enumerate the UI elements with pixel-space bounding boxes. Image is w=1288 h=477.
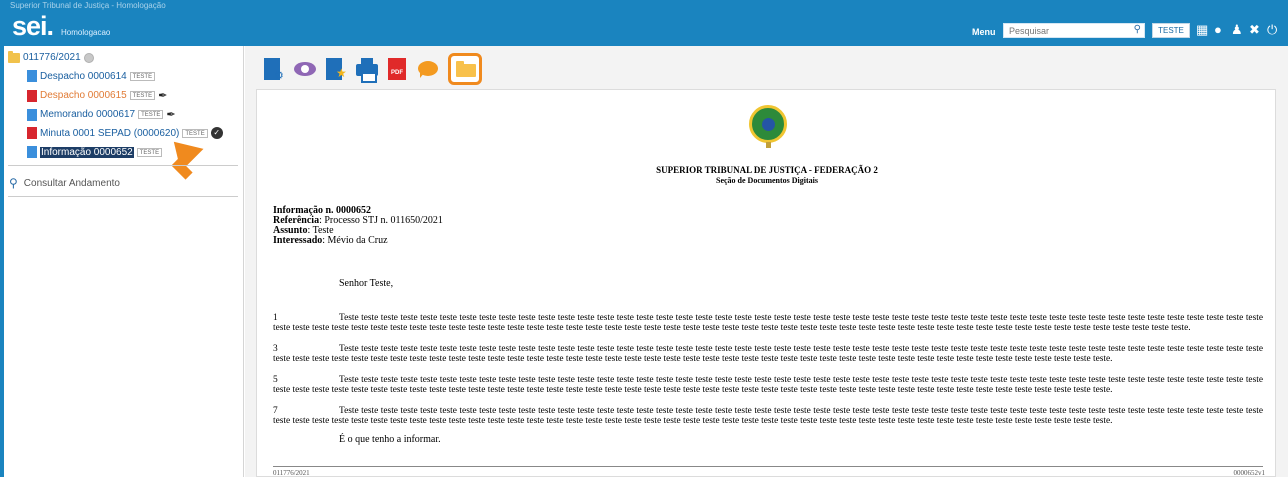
divider: [8, 196, 238, 197]
salutation: Senhor Teste,: [339, 278, 394, 289]
paragraph: 3 Teste teste teste teste teste teste te…: [273, 344, 1263, 364]
folder-icon: [456, 61, 476, 77]
tree-doc-row[interactable]: Despacho 0000615 TESTE ✒: [27, 89, 167, 102]
interested-label: Interessado: [273, 235, 323, 246]
folder-icon: [8, 50, 20, 63]
folder-button-highlighted[interactable]: [448, 53, 482, 85]
paragraph-number: 7: [273, 406, 278, 416]
document-icon: [27, 70, 37, 82]
interested-value: : Mévio da Cruz: [322, 235, 388, 246]
environment-label: Homologacao: [61, 28, 111, 37]
paragraph-text: Teste teste teste teste teste teste test…: [273, 313, 1263, 333]
ref-value: : Processo STJ n. 011650/2021: [319, 215, 443, 226]
doc-tag: TESTE: [138, 110, 164, 119]
paragraph-number: 5: [273, 375, 278, 385]
org-subtitle: Seção de Documentos Digitais: [716, 176, 818, 185]
paragraph: 1 Teste teste teste teste teste teste te…: [273, 313, 1263, 333]
org-title: SUPERIOR TRIBUNAL DE JUSTIÇA - FEDERAÇÃO…: [656, 165, 878, 175]
footer-process: 011776/2021: [273, 469, 310, 477]
document-favorite-icon[interactable]: ★: [324, 57, 348, 81]
top-header: Superior Tribunal de Justiça - Homologaç…: [0, 0, 1288, 46]
print-icon[interactable]: [355, 57, 379, 83]
search-icon: ⚲: [9, 176, 18, 190]
header-topline: Superior Tribunal de Justiça - Homologaç…: [10, 1, 166, 10]
cancelled-document-icon: [27, 89, 37, 102]
tree-doc-row[interactable]: Minuta 0001 SEPAD (0000620) TESTE ✓: [27, 127, 223, 139]
document-settings-icon[interactable]: ⚙: [262, 57, 286, 82]
pdf-icon[interactable]: PDF: [386, 57, 410, 81]
comment-icon[interactable]: [417, 57, 441, 81]
search-icon[interactable]: ⚲: [1134, 24, 1141, 35]
closing-text: É o que tenho a informar.: [339, 434, 441, 445]
process-node[interactable]: 011776/2021: [8, 50, 94, 63]
signed-check-icon: ✓: [210, 127, 223, 139]
document-icon: [27, 108, 37, 121]
tree-doc-link[interactable]: Despacho 0000614: [40, 71, 127, 82]
tree-doc-row[interactable]: Memorando 0000617 TESTE ✒: [27, 108, 176, 121]
paragraph-number: 1: [273, 313, 278, 323]
user-icon[interactable]: ♟: [1231, 22, 1243, 37]
doc-tag: TESTE: [129, 91, 156, 100]
coat-of-arms-emblem: [749, 105, 787, 148]
tree-doc-link[interactable]: Minuta 0001 SEPAD (0000620): [40, 128, 179, 139]
process-tree-panel: 011776/2021 Despacho 0000614 TESTE Despa…: [4, 46, 244, 477]
tree-doc-row[interactable]: Despacho 0000614 TESTE: [27, 70, 156, 82]
doc-tag: TESTE: [136, 147, 163, 157]
unit-selector[interactable]: TESTE: [1152, 23, 1190, 38]
paragraph-number: 3: [273, 344, 278, 354]
search-input[interactable]: [1004, 24, 1124, 37]
pen-icon: ✒: [158, 90, 168, 102]
info-icon[interactable]: ●: [1214, 22, 1222, 37]
document-area: ⚙ ★ PDF SUPERIOR TRIBUNAL DE JUSTIÇA - F…: [245, 46, 1288, 477]
paragraph-text: Teste teste teste teste teste teste test…: [273, 406, 1263, 426]
sei-logo[interactable]: sei.: [12, 13, 54, 40]
tools-icon[interactable]: ✖: [1249, 22, 1260, 37]
consult-history-link[interactable]: ⚲ Consultar Andamento: [9, 176, 120, 190]
paragraph-text: Teste teste teste teste teste teste test…: [273, 375, 1263, 395]
paragraph: 5 Teste teste teste teste teste teste te…: [273, 375, 1263, 395]
view-icon[interactable]: [293, 57, 317, 81]
document-meta: Informação n. 0000652 Referência: Proces…: [273, 206, 443, 246]
tree-doc-link[interactable]: Memorando 0000617: [40, 109, 135, 120]
consult-history-label[interactable]: Consultar Andamento: [24, 178, 120, 189]
doc-tag: TESTE: [129, 71, 156, 81]
tree-doc-row-selected[interactable]: Informação 0000652 TESTE: [27, 146, 163, 158]
footer-divider: [273, 466, 1263, 467]
tree-doc-link[interactable]: Despacho 0000615: [40, 90, 127, 101]
divider: [8, 165, 238, 166]
power-icon[interactable]: ⏻: [1267, 22, 1277, 37]
document-toolbar: ⚙ ★ PDF: [262, 53, 482, 85]
tree-doc-link-selected[interactable]: Informação 0000652: [40, 146, 134, 158]
search-box: ⚲: [1003, 23, 1145, 38]
process-number[interactable]: 011776/2021: [23, 52, 81, 63]
footer-doc-version: 0000652v1: [1233, 469, 1266, 477]
menu-button[interactable]: Menu: [972, 27, 996, 37]
process-status-icon: [83, 52, 94, 63]
pen-icon: ✒: [166, 109, 176, 121]
document-page: SUPERIOR TRIBUNAL DE JUSTIÇA - FEDERAÇÃO…: [256, 89, 1276, 477]
paragraph: 7 Teste teste teste teste teste teste te…: [273, 406, 1263, 426]
grid-icon[interactable]: ▦: [1196, 22, 1208, 37]
paragraph-text: Teste teste teste teste teste teste test…: [273, 344, 1263, 364]
pdf-document-icon: [27, 127, 37, 139]
document-icon: [27, 146, 37, 158]
